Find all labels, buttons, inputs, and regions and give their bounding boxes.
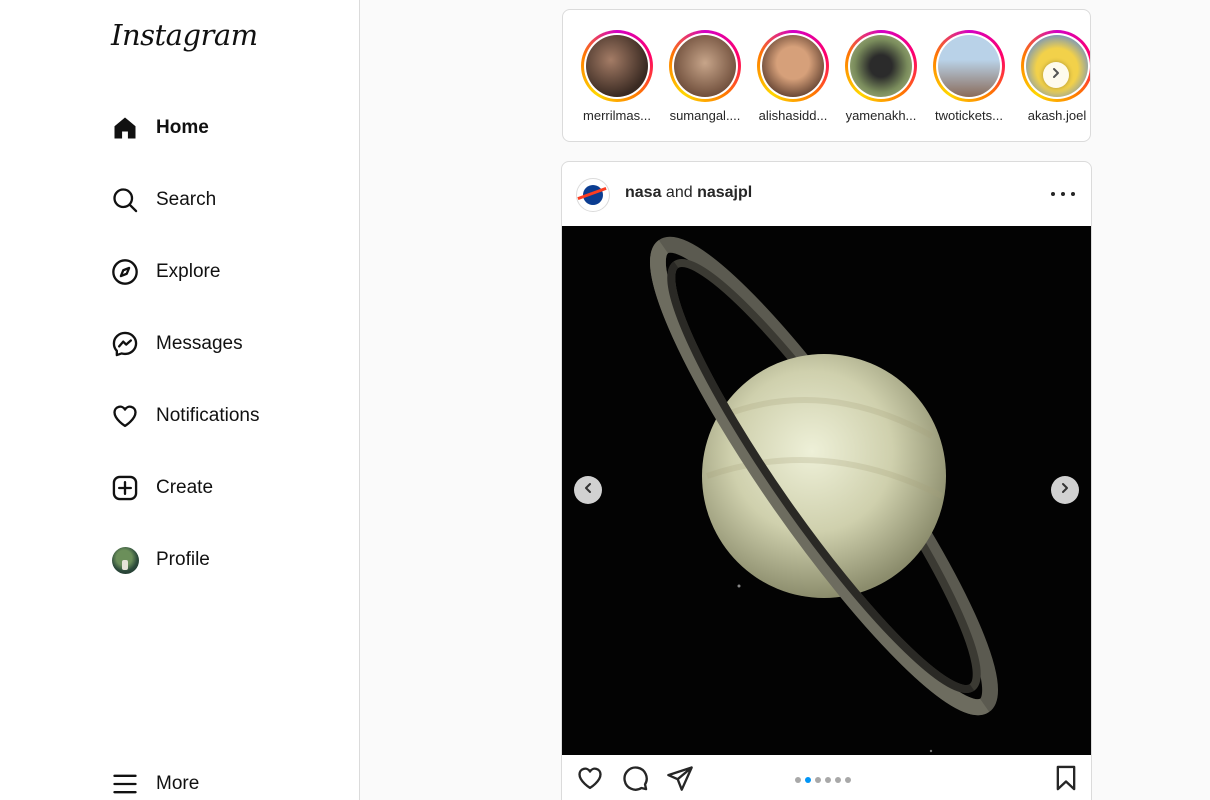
chevron-left-icon [582, 481, 594, 499]
carousel-indicator [795, 777, 851, 783]
post-authors: nasa and nasajpl [625, 184, 752, 202]
chevron-right-icon [1050, 66, 1062, 84]
story-username: twotickets... [935, 108, 1003, 123]
story-username: merrilmas... [583, 108, 651, 123]
post-author-link[interactable]: nasa [625, 184, 661, 201]
post-author-joiner: and [665, 184, 693, 201]
sidebar-item-label: Create [156, 477, 214, 498]
carousel-dot [815, 777, 821, 783]
carousel-dot-active [805, 777, 811, 783]
story-username: akash.joel [1027, 108, 1087, 123]
carousel-dot [825, 777, 831, 783]
chevron-right-icon [1059, 481, 1071, 499]
sidebar-item-profile[interactable]: Profile [110, 540, 330, 580]
comment-button[interactable] [620, 765, 650, 795]
carousel-dot [795, 777, 801, 783]
sidebar-item-notifications[interactable]: Notifications [110, 396, 330, 436]
heart-icon [576, 764, 604, 797]
plus-square-icon [110, 473, 140, 503]
profile-avatar-wrap [110, 545, 140, 575]
post-actions [562, 755, 1091, 800]
more-dots-icon [1061, 192, 1065, 196]
carousel-dot [835, 777, 841, 783]
save-button[interactable] [1051, 765, 1081, 795]
post-author-avatar[interactable] [576, 178, 610, 212]
story-avatar [850, 35, 912, 97]
carousel-dot [845, 777, 851, 783]
post-header: nasa and nasajpl [562, 162, 1091, 226]
story-username: yamenakh... [845, 108, 917, 123]
post-image[interactable] [562, 226, 1091, 755]
story-avatar [674, 35, 736, 97]
nasa-logo-icon [583, 185, 603, 205]
sidebar-item-label: More [156, 773, 200, 794]
saturn-image [562, 226, 1091, 755]
story-item[interactable]: merrilmas... [575, 30, 659, 123]
compass-icon [110, 257, 140, 287]
heart-icon [110, 401, 140, 431]
feed-post: nasa and nasajpl [561, 161, 1092, 800]
story-avatar [586, 35, 648, 97]
sidebar-item-more[interactable]: More [110, 764, 330, 800]
post-options-button[interactable] [1051, 184, 1075, 204]
messenger-icon [110, 329, 140, 359]
comment-icon [621, 764, 649, 797]
carousel-next-button[interactable] [1051, 476, 1079, 504]
post-coauthor-link[interactable]: nasajpl [697, 184, 752, 201]
story-item[interactable]: sumangal.... [663, 30, 747, 123]
sidebar: Instagram Home Search Explore Messages N… [0, 0, 360, 800]
story-username: sumangal.... [669, 108, 741, 123]
story-item[interactable]: alishasidd... [751, 30, 835, 123]
sidebar-item-create[interactable]: Create [110, 468, 330, 508]
home-icon [110, 113, 140, 143]
story-ring [757, 30, 829, 102]
search-icon [110, 185, 140, 215]
story-item[interactable]: twotickets... [927, 30, 1011, 123]
sidebar-item-label: Search [156, 189, 217, 210]
story-username: alishasidd... [758, 108, 828, 123]
menu-icon [110, 769, 140, 799]
more-dots-icon [1071, 192, 1075, 196]
share-button[interactable] [665, 765, 695, 795]
story-ring [933, 30, 1005, 102]
story-avatar [762, 35, 824, 97]
story-ring [845, 30, 917, 102]
sidebar-item-messages[interactable]: Messages [110, 324, 330, 364]
sidebar-item-explore[interactable]: Explore [110, 252, 330, 292]
avatar [111, 546, 139, 574]
sidebar-item-search[interactable]: Search [110, 180, 330, 220]
more-dots-icon [1051, 192, 1055, 196]
instagram-logo[interactable]: Instagram [111, 18, 258, 52]
story-avatar [938, 35, 1000, 97]
stories-next-button[interactable] [1043, 62, 1069, 88]
story-item[interactable]: yamenakh... [839, 30, 923, 123]
carousel-prev-button[interactable] [574, 476, 602, 504]
send-icon [666, 764, 694, 797]
stories-tray: merrilmas... sumangal.... alishasidd... … [562, 9, 1091, 142]
sidebar-item-label: Messages [156, 333, 243, 354]
sidebar-item-home[interactable]: Home [110, 108, 330, 148]
story-ring [669, 30, 741, 102]
sidebar-item-label: Profile [156, 549, 210, 570]
sidebar-item-label: Home [156, 117, 209, 138]
sidebar-item-label: Explore [156, 261, 221, 282]
like-button[interactable] [575, 765, 605, 795]
bookmark-icon [1052, 764, 1080, 797]
sidebar-item-label: Notifications [156, 405, 260, 426]
story-ring [581, 30, 653, 102]
